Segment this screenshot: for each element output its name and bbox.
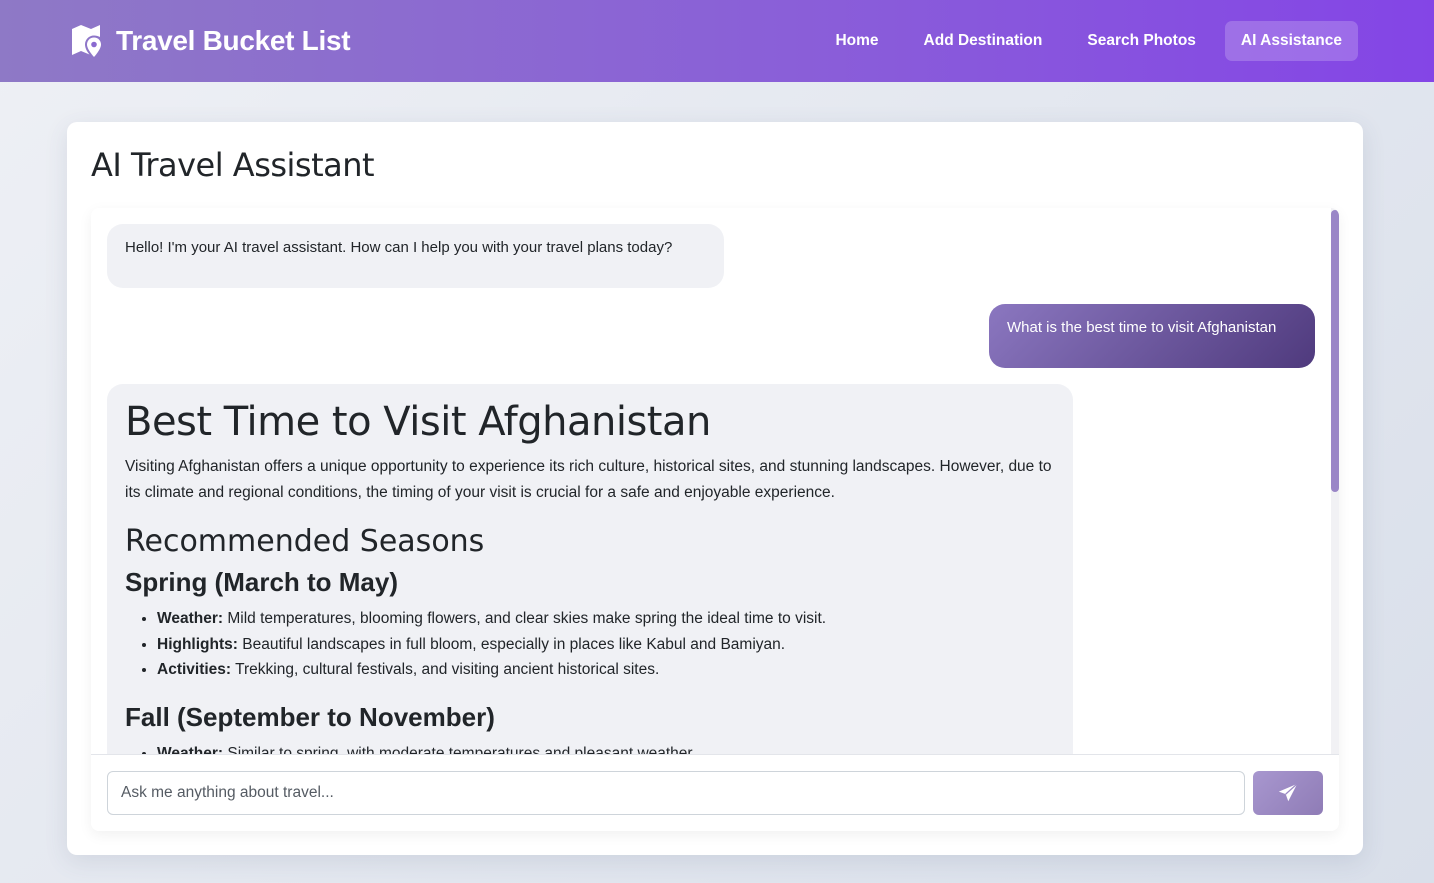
response-heading: Best Time to Visit Afghanistan xyxy=(125,399,711,445)
chat-messages[interactable]: Hello! I'm your AI travel assistant. How… xyxy=(91,208,1339,754)
list-item: Weather: Similar to spring, with moderat… xyxy=(157,741,1055,755)
scrollbar[interactable] xyxy=(1331,208,1339,754)
list-item: Activities: Trekking, cultural festivals… xyxy=(157,657,1055,683)
fall-list: Weather: Similar to spring, with moderat… xyxy=(125,741,1055,755)
brand-title: Travel Bucket List xyxy=(116,25,351,56)
nav-home[interactable]: Home xyxy=(819,21,894,61)
fall-heading: Fall (September to November) xyxy=(125,701,495,732)
item-label: Activities: xyxy=(157,661,232,678)
item-label: Weather: xyxy=(157,610,224,627)
response-intro: Visiting Afghanistan offers a unique opp… xyxy=(125,458,1052,501)
nav-ai-assistance[interactable]: AI Assistance xyxy=(1224,21,1358,61)
map-pin-icon xyxy=(72,25,101,57)
scrollbar-thumb[interactable] xyxy=(1331,210,1339,492)
brand[interactable]: Travel Bucket List xyxy=(70,23,351,59)
page-title: AI Travel Assistant xyxy=(91,146,375,184)
send-button[interactable] xyxy=(1253,771,1323,815)
chat-box: Hello! I'm your AI travel assistant. How… xyxy=(91,208,1339,831)
spring-list: Weather: Mild temperatures, blooming flo… xyxy=(125,606,1055,683)
section-heading: Recommended Seasons xyxy=(125,524,485,559)
item-text: Trekking, cultural festivals, and visiti… xyxy=(231,661,660,678)
nav-search-photos[interactable]: Search Photos xyxy=(1071,21,1212,61)
item-label: Weather: xyxy=(157,744,224,755)
item-text: Mild temperatures, blooming flowers, and… xyxy=(223,610,827,627)
chat-input-bar xyxy=(91,754,1339,831)
item-text: Beautiful landscapes in full bloom, espe… xyxy=(237,635,786,653)
assistant-card: AI Travel Assistant Hello! I'm your AI t… xyxy=(67,122,1363,855)
nav-add-destination[interactable]: Add Destination xyxy=(908,21,1059,61)
nav-links: Home Add Destination Search Photos AI As… xyxy=(806,21,1358,61)
paper-plane-icon xyxy=(1278,783,1298,802)
list-item: Weather: Mild temperatures, blooming flo… xyxy=(157,606,1055,632)
list-item: Highlights: Beautiful landscapes in full… xyxy=(157,632,1055,658)
ai-greeting-message: Hello! I'm your AI travel assistant. How… xyxy=(107,224,724,288)
spring-heading: Spring (March to May) xyxy=(125,567,399,597)
ai-response-message: Best Time to Visit Afghanistan Visiting … xyxy=(107,384,1073,754)
navbar: Travel Bucket List Home Add Destination … xyxy=(0,0,1434,82)
item-label: Highlights: xyxy=(157,635,238,653)
chat-input[interactable] xyxy=(107,771,1245,815)
user-message: What is the best time to visit Afghanist… xyxy=(989,304,1315,368)
item-text: Similar to spring, with moderate tempera… xyxy=(223,744,697,755)
